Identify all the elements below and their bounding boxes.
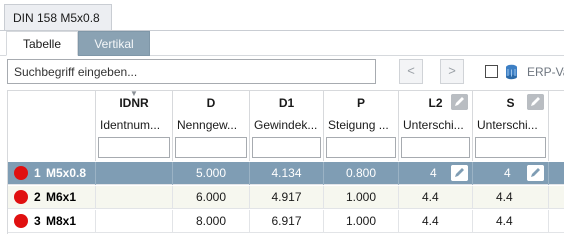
cell-s[interactable]: 4.4 [473,186,549,209]
database-icon [506,64,517,80]
pencil-icon[interactable] [451,94,468,110]
cell-d1[interactable]: 4.134 [250,162,324,185]
cell-d1[interactable]: 4.917 [250,186,324,209]
previous-result-button[interactable]: < [399,59,423,84]
cell-l2[interactable]: 4.4 [399,186,473,209]
cell-d[interactable]: 5.000 [173,162,250,185]
column-filter-input[interactable] [252,137,321,158]
row-index: 2 [34,190,41,204]
cell-s[interactable]: 4.4 [473,210,549,233]
pencil-icon[interactable] [451,165,468,181]
row-label: M5x0.8 [46,166,87,180]
cell-s[interactable]: 4 [473,162,549,185]
row-header-corner [8,91,96,161]
row-index: 3 [34,214,41,228]
column-header-idnr[interactable]: ▼ IDNR Identnum... [96,90,173,161]
document-title-tab[interactable]: DIN 158 M5x0.8 [4,4,112,31]
cell-d[interactable]: 6.000 [173,186,250,209]
cell-value: 4 [430,166,437,180]
column-name: P [356,96,365,110]
column-description: Unterschi... [477,118,538,132]
status-dot-icon [14,214,28,228]
variant-table-window: DIN 158 M5x0.8 Tabelle Vertikal < > ERP-… [0,0,564,248]
cell-idnr[interactable] [96,162,173,185]
table-row-selected[interactable]: 1 M5x0.8 5.000 4.134 0.800 4 4 [8,162,564,185]
cell-p[interactable]: 1.000 [324,210,399,233]
row-label: M6x1 [46,190,77,204]
row-header[interactable]: 3 M8x1 [8,210,96,233]
column-filter-input[interactable] [175,137,247,158]
column-filter-input[interactable] [401,137,470,158]
table-row[interactable]: 3 M8x1 8.000 6.917 1.000 4.4 4.4 [8,210,564,233]
table-row[interactable]: 2 M6x1 6.000 4.917 1.000 4.4 4.4 [8,186,564,209]
cell-value: 4 [504,166,511,180]
row-label: M8x1 [46,214,77,228]
pencil-icon[interactable] [527,94,544,110]
column-description: Steigung ... [328,118,389,132]
column-filter-input[interactable] [326,137,396,158]
column-filter-input[interactable] [475,137,546,158]
column-description: Gewindek... [254,118,318,132]
column-name: D1 [278,96,295,110]
column-name: IDNR [119,96,149,110]
cell-d1[interactable]: 6.917 [250,210,324,233]
column-header-p[interactable]: P Steigung ... [324,91,399,161]
column-header-d[interactable]: D Nenngew... [173,91,250,161]
column-header-s[interactable]: S Unterschi... [473,91,549,161]
column-description: Unterschi... [403,118,464,132]
tab-tabelle[interactable]: Tabelle [6,31,78,56]
erp-label: ERP-Va [527,65,564,79]
cell-idnr[interactable] [96,210,173,233]
variant-grid: ▼ IDNR Identnum... D Nenngew... D1 Gewin… [7,90,564,234]
row-index: 1 [34,166,41,180]
next-result-button[interactable]: > [440,59,464,84]
view-tab-bar: Tabelle Vertikal [0,31,564,56]
title-tab-strip: DIN 158 M5x0.8 [0,0,564,31]
cell-idnr[interactable] [96,186,173,209]
search-input[interactable] [7,59,376,84]
column-header-l2[interactable]: L2 Unterschi... [399,91,473,161]
row-header[interactable]: 2 M6x1 [8,186,96,209]
status-dot-icon [14,190,28,204]
erp-checkbox[interactable] [485,65,498,78]
tab-vertikal[interactable]: Vertikal [78,31,150,56]
column-description: Identnum... [100,118,161,132]
cell-p[interactable]: 0.800 [324,162,399,185]
column-header-d1[interactable]: D1 Gewindek... [250,91,324,161]
status-dot-icon [14,166,28,180]
column-filter-input[interactable] [98,137,170,158]
row-header[interactable]: 1 M5x0.8 [8,162,96,185]
pencil-icon[interactable] [527,165,544,181]
cell-d[interactable]: 8.000 [173,210,250,233]
column-description: Nenngew... [177,118,238,132]
column-name: D [206,96,216,110]
cell-l2[interactable]: 4.4 [399,210,473,233]
search-toolbar: < > ERP-Va [0,56,564,88]
cell-p[interactable]: 1.000 [324,186,399,209]
cell-l2[interactable]: 4 [399,162,473,185]
